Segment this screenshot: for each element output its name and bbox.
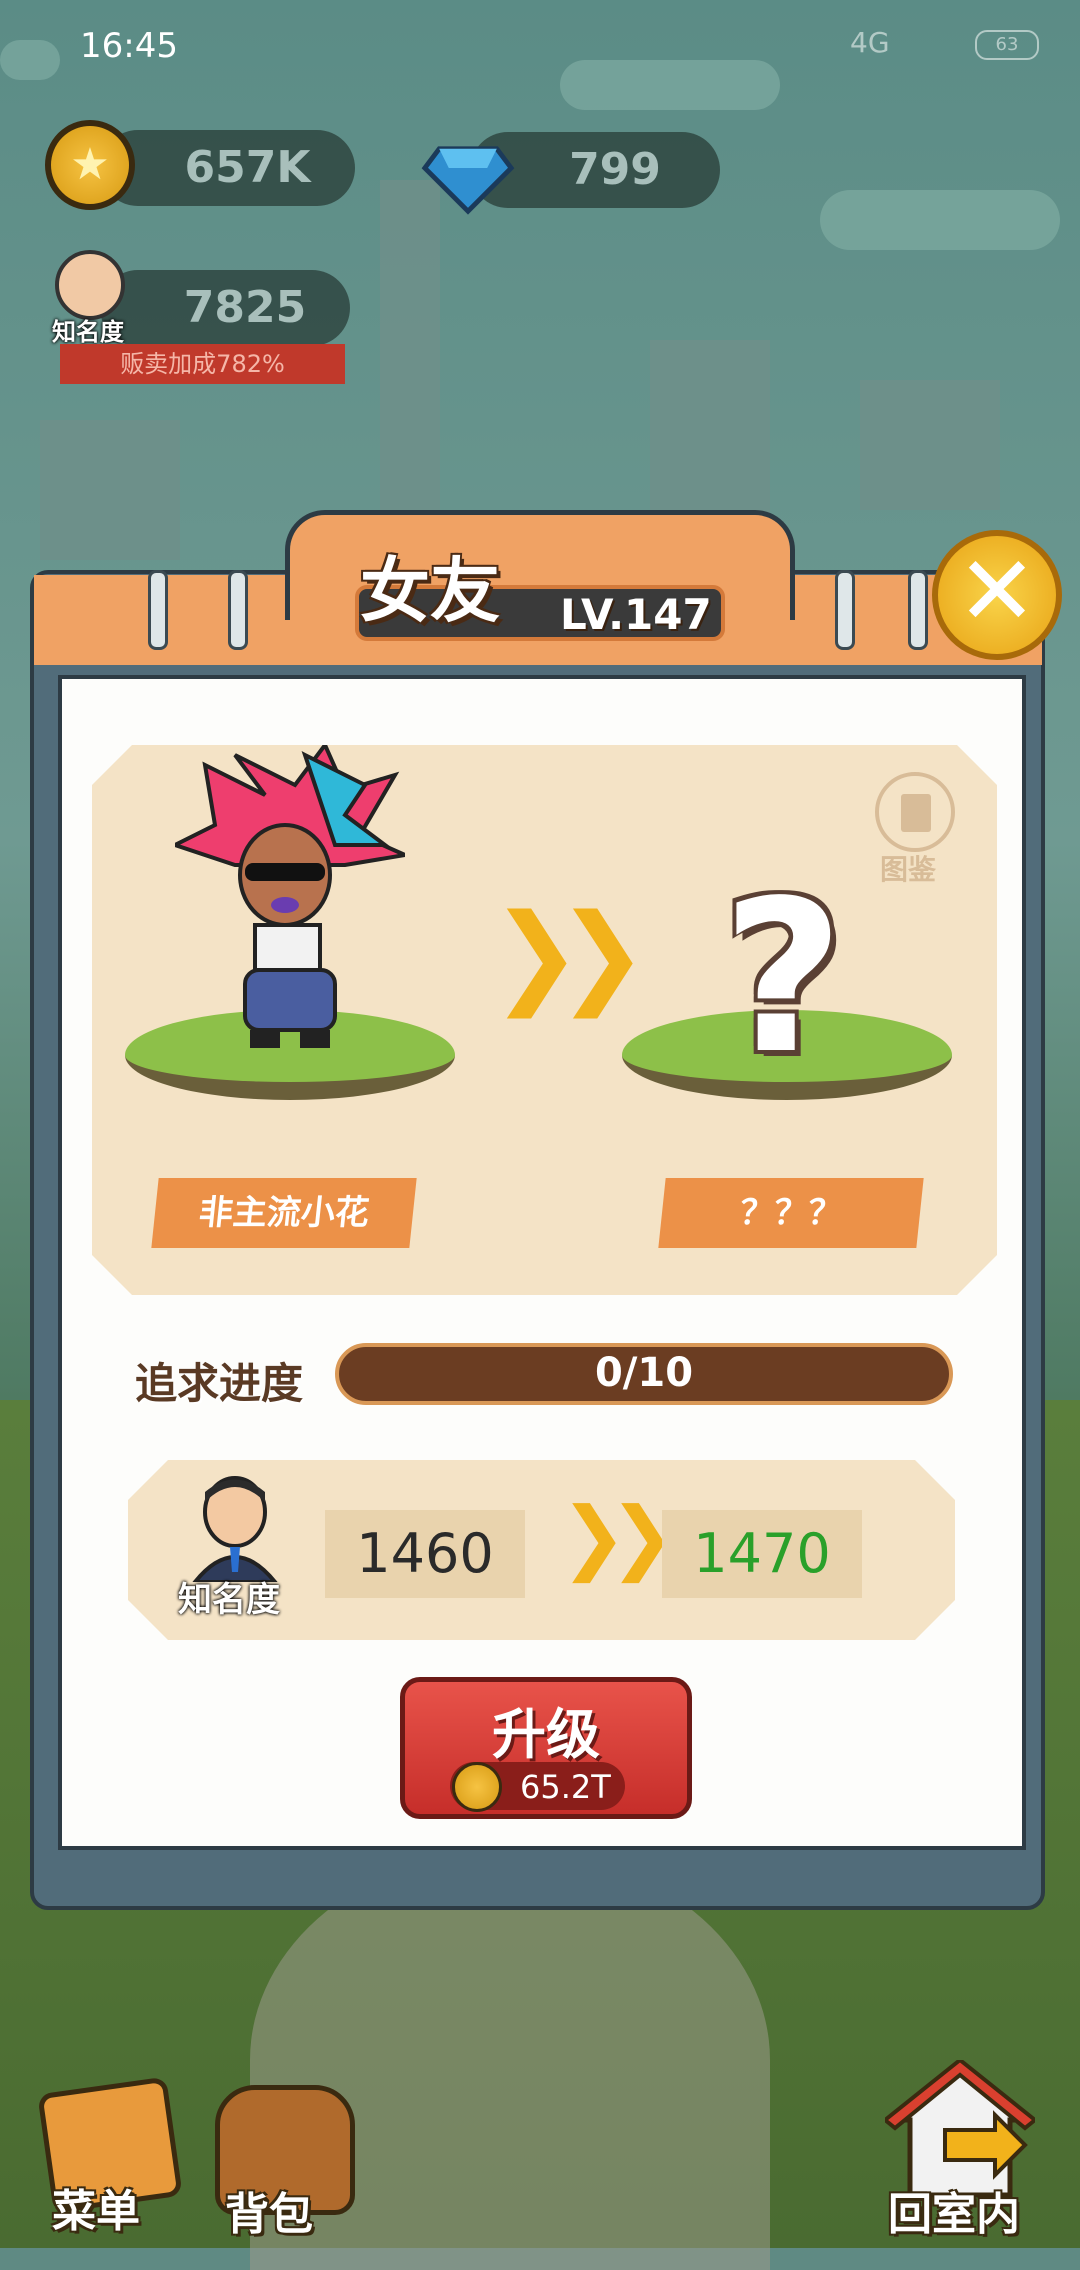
codex-label[interactable]: 图鉴 — [880, 848, 936, 888]
fame-current-value: 1460 — [325, 1510, 525, 1598]
dialog-title: 女友 — [360, 550, 500, 632]
backpack-button-label[interactable]: 背包 — [225, 2178, 313, 2242]
binder-ring — [908, 570, 928, 650]
fame-avatar-icon — [55, 250, 125, 320]
status-time: 16:45 — [80, 26, 178, 66]
level-label: LV.147 — [560, 590, 712, 639]
binder-ring — [228, 570, 248, 650]
menu-button-label[interactable]: 菜单 — [52, 2175, 140, 2239]
book-icon[interactable] — [875, 772, 955, 852]
close-button[interactable]: ✕ — [932, 530, 1062, 660]
pursuit-progress-text: 0/10 — [594, 1350, 694, 1396]
fame-arrow-icon: ❯❯ — [560, 1490, 676, 1583]
coin-amount: 657K — [184, 142, 311, 193]
upgrade-label[interactable]: 升级 — [400, 1690, 692, 1769]
fame-counter: 7825 — [100, 270, 350, 346]
coin-counter: 657K — [100, 130, 355, 206]
fame-next-value: 1470 — [662, 1510, 862, 1598]
current-character-name: 非主流小花 — [151, 1178, 417, 1248]
fame-panel-label: 知名度 — [178, 1580, 280, 1620]
fame-amount: 7825 — [183, 282, 307, 333]
binder-ring — [148, 570, 168, 650]
binder-ring — [835, 570, 855, 650]
gem-amount: 799 — [569, 144, 661, 195]
fame-avatar-icon — [192, 1476, 278, 1582]
coin-icon — [452, 1762, 502, 1812]
unknown-character-icon: ? — [722, 855, 844, 1100]
return-indoor-label[interactable]: 回室内 — [888, 2178, 1020, 2242]
battery-indicator: 63 — [975, 30, 1039, 60]
building — [860, 380, 1000, 510]
tower-building — [380, 180, 440, 510]
building — [40, 420, 180, 560]
sales-bonus-badge: 贩卖加成782% — [60, 344, 345, 384]
status-bar: 16:45 4G 63 — [0, 0, 1080, 90]
building — [650, 340, 770, 520]
current-character-sprite — [175, 745, 405, 1048]
upgrade-cost: 65.2T — [520, 1768, 611, 1806]
cloud — [820, 190, 1060, 250]
next-character-name: ？？？ — [658, 1178, 924, 1248]
coin-icon: ★ — [45, 120, 135, 210]
evolve-arrow-icon: ❯❯ — [490, 890, 648, 1018]
fame-label: 知名度 — [52, 318, 124, 346]
gem-icon — [421, 146, 515, 215]
close-icon: ✕ — [956, 535, 1038, 647]
pursuit-progress-label: 追求进度 — [135, 1359, 304, 1408]
network-indicator: 4G — [850, 26, 890, 59]
